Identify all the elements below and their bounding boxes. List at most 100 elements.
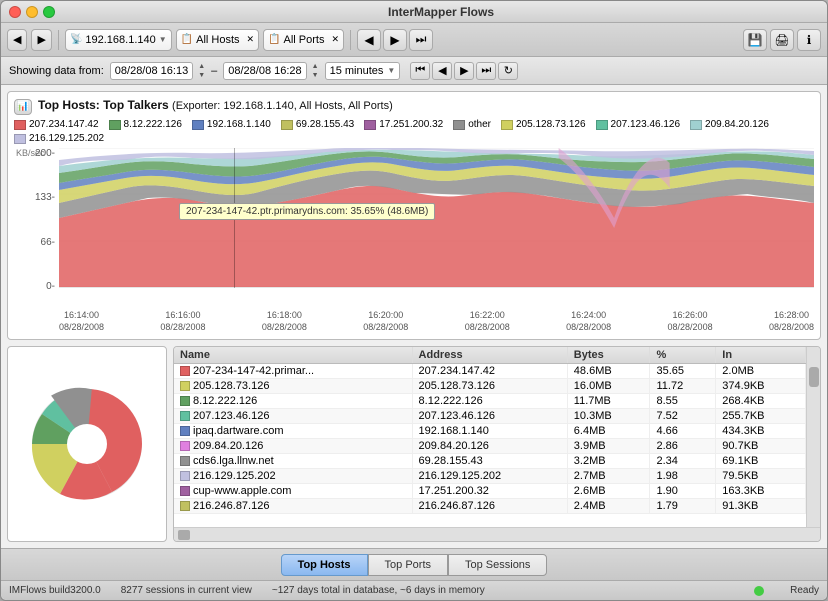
exporter-icon: 📡 (70, 34, 82, 45)
time-last-button[interactable]: ⏭ (476, 62, 496, 80)
next-nav-button[interactable]: ▶ (383, 29, 407, 51)
pie-chart-container (7, 346, 167, 542)
cell-pct-6: 2.34 (650, 454, 716, 469)
chart-legend: 207.234.147.42 8.12.222.126 192.168.1.14… (14, 119, 814, 144)
tab-top-sessions[interactable]: Top Sessions (448, 554, 547, 576)
table-row[interactable]: 205.128.73.126 205.128.73.126 16.0MB 11.… (174, 379, 806, 394)
tab-top-ports[interactable]: Top Ports (368, 554, 448, 576)
col-header-name[interactable]: Name (174, 347, 412, 364)
start-time-value: 08/28/08 16:13 (115, 65, 188, 77)
start-time-up[interactable]: ▲ (198, 62, 205, 71)
end-time-value: 08/28/08 16:28 (228, 65, 301, 77)
hosts-tab[interactable]: 📋 All Hosts ✕ (176, 29, 259, 51)
separator-2 (350, 30, 351, 50)
legend-label-5: other (468, 119, 491, 130)
exporter-select[interactable]: 📡 192.168.1.140 ▼ (65, 29, 172, 51)
h-scrollbar[interactable] (174, 527, 820, 541)
chart-canvas: 207-234-147-42.ptr.primarydns.com: 35.65… (59, 148, 814, 308)
legend-item-4: 17.251.200.32 (364, 119, 443, 130)
row-swatch-3 (180, 411, 190, 421)
cell-name-4: ipaq.dartware.com (174, 424, 412, 439)
cell-address-6: 69.28.155.43 (412, 454, 567, 469)
y-axis: KB/sec 200- 133- 66- 0- (14, 148, 59, 308)
status-indicator (754, 586, 764, 596)
table-body: 207-234-147-42.primar... 207.234.147.42 … (174, 364, 806, 514)
table-row[interactable]: cup-www.apple.com 17.251.200.32 2.6MB 1.… (174, 484, 806, 499)
legend-item-6: 205.128.73.126 (501, 119, 586, 130)
legend-label-0: 207.234.147.42 (29, 119, 99, 130)
minimize-button[interactable] (26, 6, 38, 18)
time-refresh-button[interactable]: ↻ (498, 62, 518, 80)
hosts-tab-close[interactable]: ✕ (247, 34, 255, 45)
start-time-input[interactable]: 08/28/08 16:13 (110, 62, 193, 80)
table-row[interactable]: 207-234-147-42.primar... 207.234.147.42 … (174, 364, 806, 379)
tab-top-hosts[interactable]: Top Hosts (281, 554, 368, 576)
table-row[interactable]: ipaq.dartware.com 192.168.1.140 6.4MB 4.… (174, 424, 806, 439)
start-time-stepper[interactable]: ▲ ▼ (198, 62, 205, 80)
back-button[interactable]: ◀ (7, 29, 27, 51)
chart-area: KB/sec 200- 133- 66- 0- (14, 148, 814, 308)
end-time-input[interactable]: 08/28/08 16:28 (223, 62, 306, 80)
col-header-bytes[interactable]: Bytes (567, 347, 650, 364)
time-first-button[interactable]: ⏮ (410, 62, 430, 80)
last-nav-button[interactable]: ⏭ (409, 29, 433, 51)
statusbar: IMFlows build3200.0 8277 sessions in cur… (1, 580, 827, 600)
table-row[interactable]: 207.123.46.126 207.123.46.126 10.3MB 7.5… (174, 409, 806, 424)
legend-item-1: 8.12.222.126 (109, 119, 182, 130)
cell-address-8: 17.251.200.32 (412, 484, 567, 499)
duration-select[interactable]: 15 minutes ▼ (325, 62, 401, 80)
legend-item-2: 192.168.1.140 (192, 119, 271, 130)
forward-button[interactable]: ▶ (31, 29, 51, 51)
col-header-pct[interactable]: % (650, 347, 716, 364)
start-time-down[interactable]: ▼ (198, 71, 205, 80)
cell-name-7: 216.129.125.202 (174, 469, 412, 484)
table-row[interactable]: 216.246.87.126 216.246.87.126 2.4MB 1.79… (174, 499, 806, 514)
table-row[interactable]: 209.84.20.126 209.84.20.126 3.9MB 2.86 9… (174, 439, 806, 454)
print-button[interactable]: 🖨 (770, 29, 794, 51)
hosts-tab-label: All Hosts (196, 34, 239, 46)
legend-swatch-1 (109, 120, 121, 130)
table-scroll[interactable]: Name Address Bytes % In 207-234-147-42.p… (174, 347, 806, 527)
chart-settings-button[interactable]: 📊 (14, 99, 32, 115)
table-row[interactable]: 8.12.222.126 8.12.222.126 11.7MB 8.55 26… (174, 394, 806, 409)
info-button[interactable]: ℹ (797, 29, 821, 51)
cell-in-6: 69.1KB (716, 454, 806, 469)
y-label-0: KB/sec (16, 148, 45, 158)
cell-bytes-2: 11.7MB (567, 394, 650, 409)
end-time-down[interactable]: ▼ (312, 71, 319, 80)
close-button[interactable] (9, 6, 21, 18)
legend-label-8: 209.84.20.126 (705, 119, 769, 130)
window-title: InterMapper Flows (63, 5, 819, 19)
end-time-stepper[interactable]: ▲ ▼ (312, 62, 319, 80)
prev-nav-button[interactable]: ◀ (357, 29, 381, 51)
end-time-up[interactable]: ▲ (312, 62, 319, 71)
save-button[interactable]: 💾 (743, 29, 767, 51)
legend-swatch-0 (14, 120, 26, 130)
legend-swatch-9 (14, 134, 26, 144)
ports-tab[interactable]: 📋 All Ports ✕ (263, 29, 344, 51)
ports-tab-close[interactable]: ✕ (332, 34, 340, 45)
scrollbar[interactable] (806, 347, 820, 527)
row-swatch-8 (180, 486, 190, 496)
status-ready: Ready (790, 585, 819, 596)
legend-item-9: 216.129.125.202 (14, 133, 104, 144)
scrollbar-thumb[interactable] (809, 367, 819, 387)
table-row[interactable]: 216.129.125.202 216.129.125.202 2.7MB 1.… (174, 469, 806, 484)
time-next-button[interactable]: ▶ (454, 62, 474, 80)
cell-name-9: 216.246.87.126 (174, 499, 412, 514)
x-label-7: 16:28:0008/28/2008 (769, 310, 814, 333)
cell-name-5: 209.84.20.126 (174, 439, 412, 454)
h-scrollbar-thumb[interactable] (178, 530, 190, 540)
col-header-address[interactable]: Address (412, 347, 567, 364)
maximize-button[interactable] (43, 6, 55, 18)
time-prev-button[interactable]: ◀ (432, 62, 452, 80)
row-swatch-0 (180, 366, 190, 376)
tooltip-text: 207-234-147-42.ptr.primarydns.com: 35.65… (186, 206, 428, 217)
table-row[interactable]: cds6.lga.llnw.net 69.28.155.43 3.2MB 2.3… (174, 454, 806, 469)
col-header-in[interactable]: In (716, 347, 806, 364)
x-label-2: 16:18:0008/28/2008 (262, 310, 307, 333)
cell-bytes-1: 16.0MB (567, 379, 650, 394)
legend-label-4: 17.251.200.32 (379, 119, 443, 130)
cell-address-2: 8.12.222.126 (412, 394, 567, 409)
table-container: Name Address Bytes % In 207-234-147-42.p… (173, 346, 821, 542)
